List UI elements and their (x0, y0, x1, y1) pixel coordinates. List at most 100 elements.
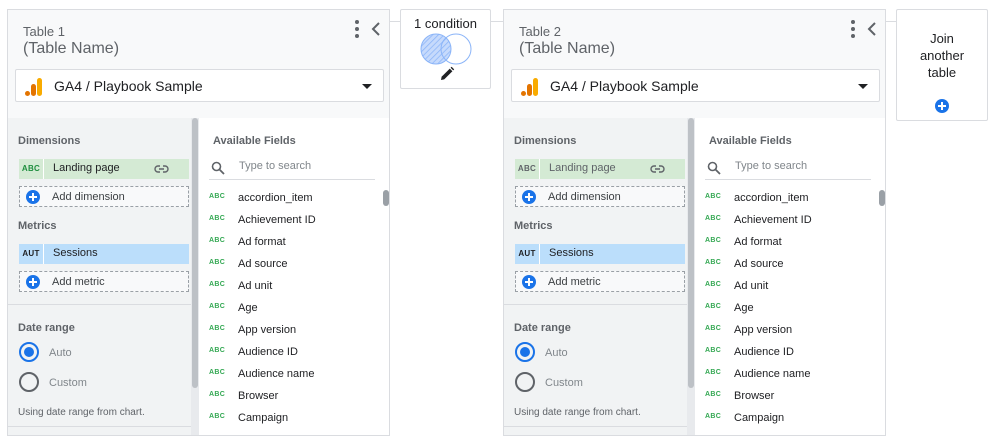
dimension-label: Landing page (549, 162, 616, 174)
scrollbar-thumb[interactable] (879, 190, 885, 206)
text-type-badge: ABC (209, 325, 226, 332)
field-label: Audience name (734, 368, 811, 380)
fields-scrollbar[interactable] (879, 188, 885, 435)
field-label: accordion_item (734, 192, 809, 204)
section-divider (504, 304, 687, 305)
config-scrollbar[interactable] (191, 118, 199, 435)
add-dimension-button[interactable]: Add dimension (515, 186, 685, 207)
scrollbar-thumb[interactable] (383, 190, 389, 206)
search-input[interactable] (239, 160, 369, 172)
field-list-item[interactable]: ABC accordion_item (199, 188, 383, 210)
field-list-item[interactable]: ABC Ad source (695, 254, 879, 276)
fields-scrollbar[interactable] (383, 188, 389, 435)
collapse-chevron-icon[interactable] (865, 20, 879, 38)
date-auto-radio[interactable] (515, 342, 535, 362)
dimension-chip-landing-page[interactable]: ABC Landing page (515, 159, 685, 179)
metric-chip-sessions[interactable]: AUT Sessions (515, 244, 685, 264)
date-custom-label: Custom (545, 377, 583, 389)
text-type-badge: ABC (209, 215, 226, 222)
field-list-item[interactable]: ABC Ad format (199, 232, 383, 254)
available-fields-heading: Available Fields (213, 135, 296, 147)
table-title: Table 1 (23, 24, 65, 39)
field-list-item[interactable]: ABC Achievement ID (199, 210, 383, 232)
date-custom-radio[interactable] (19, 372, 39, 392)
field-label: Audience ID (238, 346, 298, 358)
field-list-item[interactable]: ABC Achievement ID (695, 210, 879, 232)
field-list-item[interactable]: ABC Ad unit (199, 276, 383, 298)
scrollbar-thumb[interactable] (192, 118, 198, 388)
join-condition-label: 1 condition (414, 16, 477, 31)
field-list-item[interactable]: ABC Ad unit (695, 276, 879, 298)
more-options-icon[interactable] (849, 20, 857, 38)
dimension-chip-landing-page[interactable]: ABC Landing page (19, 159, 189, 179)
table-header: Table 2 (Table Name) GA4 / Playbook Samp… (504, 10, 885, 118)
config-scrollbar[interactable] (687, 118, 695, 435)
text-type-badge: ABC (209, 347, 226, 354)
date-range-heading: Date range (514, 322, 571, 334)
field-list-item[interactable]: ABC Audience ID (695, 342, 879, 364)
field-list-item[interactable]: ABC Age (695, 298, 879, 320)
join-another-table-button[interactable]: Join another table (896, 9, 988, 121)
add-metric-button[interactable]: Add metric (515, 271, 685, 292)
dropdown-caret-icon (362, 84, 372, 89)
field-list-item[interactable]: ABC Age (199, 298, 383, 320)
section-divider (8, 304, 191, 305)
date-custom-radio[interactable] (515, 372, 535, 392)
field-list-item[interactable]: ABC Browser (199, 386, 383, 408)
field-label: Campaign (734, 412, 785, 424)
field-label: Achievement ID (238, 214, 316, 226)
text-type-badge: ABC (705, 215, 722, 222)
date-range-note: Using date range from chart. (514, 407, 641, 418)
text-type-badge: ABC (209, 391, 226, 398)
field-list-item[interactable]: ABC Campaign ID (695, 430, 879, 436)
date-auto-radio[interactable] (19, 342, 39, 362)
text-type-badge: ABC (705, 259, 722, 266)
field-list-item[interactable]: ABC App version (695, 320, 879, 342)
field-list-item[interactable]: ABC Campaign ID (199, 430, 383, 435)
join-condition-button[interactable]: 1 condition (400, 9, 491, 89)
table-name-field[interactable]: (Table Name) (519, 40, 615, 58)
search-icon (707, 161, 721, 175)
text-type-badge: ABC (705, 193, 722, 200)
more-options-icon[interactable] (353, 20, 361, 38)
table-title: Table 2 (519, 24, 561, 39)
search-input[interactable] (735, 160, 865, 172)
field-label: Ad source (734, 258, 784, 270)
add-circle-icon (26, 190, 40, 204)
text-type-badge: ABC (209, 193, 226, 200)
field-list-item[interactable]: ABC Ad source (199, 254, 383, 276)
text-type-badge: ABC (705, 303, 722, 310)
collapse-chevron-icon[interactable] (369, 20, 383, 38)
add-dimension-button[interactable]: Add dimension (19, 186, 189, 207)
text-type-badge: ABC (705, 435, 721, 436)
field-label: Age (238, 302, 258, 314)
metric-chip-sessions[interactable]: AUT Sessions (19, 244, 189, 264)
join-connector-line (886, 21, 896, 22)
field-list-item[interactable]: ABC Campaign (695, 408, 879, 430)
search-icon (211, 161, 225, 175)
field-list-item[interactable]: ABC Ad format (695, 232, 879, 254)
field-list-item[interactable]: ABC App version (199, 320, 383, 342)
data-source-select[interactable]: GA4 / Playbook Sample (511, 69, 880, 102)
join-key-link-icon (650, 165, 665, 173)
field-list-item[interactable]: ABC Audience ID (199, 342, 383, 364)
add-circle-icon (26, 275, 40, 289)
metric-label: Sessions (549, 247, 594, 259)
add-circle-icon (522, 275, 536, 289)
field-label: Audience name (238, 368, 315, 380)
field-label: Audience ID (734, 346, 794, 358)
date-range-heading: Date range (18, 322, 75, 334)
data-source-select[interactable]: GA4 / Playbook Sample (15, 69, 384, 102)
date-auto-label: Auto (49, 347, 72, 359)
field-list-item[interactable]: ABC Audience name (199, 364, 383, 386)
field-list-item[interactable]: ABC Audience name (695, 364, 879, 386)
field-list-item[interactable]: ABC accordion_item (695, 188, 879, 210)
field-list-item[interactable]: ABC Campaign (199, 408, 383, 430)
field-label: App version (734, 324, 793, 336)
field-list-item[interactable]: ABC Browser (695, 386, 879, 408)
scrollbar-thumb[interactable] (688, 118, 694, 388)
table-name-field[interactable]: (Table Name) (23, 40, 119, 58)
available-fields-panel: Available Fields ABC accordion_item ABC Ach… (695, 118, 885, 436)
text-type-badge: ABC (705, 281, 722, 288)
add-metric-button[interactable]: Add metric (19, 271, 189, 292)
